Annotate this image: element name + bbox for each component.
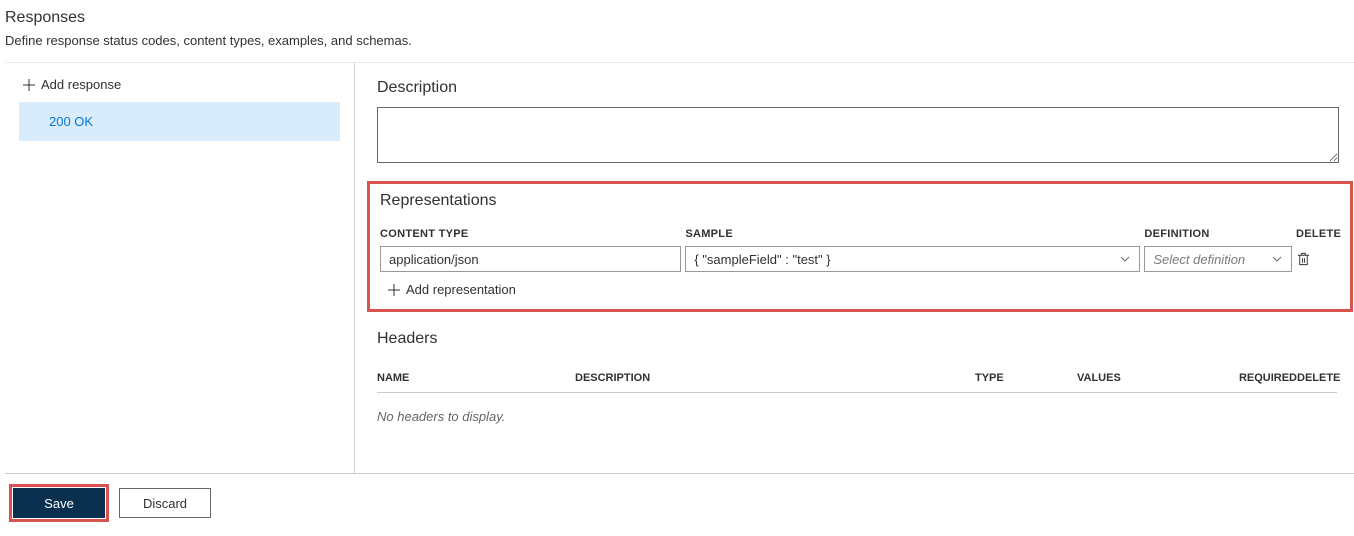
definition-select[interactable]: Select definition (1144, 246, 1292, 272)
description-label: Description (377, 79, 1354, 97)
plus-icon (388, 284, 400, 296)
hcol-delete: DELETE (1297, 372, 1337, 384)
chevron-down-icon (1271, 253, 1283, 265)
chevron-down-icon (1119, 253, 1131, 265)
save-highlight: Save (9, 484, 109, 522)
discard-button[interactable]: Discard (119, 488, 211, 518)
add-representation-label: Add representation (406, 282, 516, 297)
hcol-name: NAME (377, 372, 575, 384)
add-response-label: Add response (41, 77, 121, 92)
sample-select[interactable]: { "sampleField" : "test" } (685, 246, 1140, 272)
response-detail-pane: Description Representations CONTENT TYPE… (355, 63, 1354, 473)
col-content-type: CONTENT TYPE (380, 228, 681, 240)
headers-empty-text: No headers to display. (377, 393, 1337, 440)
responses-list-pane: Add response 200 OK (5, 63, 355, 473)
description-textarea[interactable] (377, 107, 1339, 163)
sample-value: { "sampleField" : "test" } (694, 252, 830, 267)
plus-icon (23, 79, 35, 91)
col-definition: DEFINITION (1144, 228, 1292, 240)
hcol-required: REQUIRED (1227, 372, 1297, 384)
content-type-input[interactable]: application/json (380, 246, 681, 272)
representations-header-row: CONTENT TYPE SAMPLE DEFINITION DELETE (380, 228, 1340, 240)
representations-section: Representations CONTENT TYPE SAMPLE DEFI… (367, 181, 1353, 312)
representation-row: application/json { "sampleField" : "test… (380, 246, 1340, 272)
headers-header-row: NAME DESCRIPTION TYPE VALUES REQUIRED DE… (377, 366, 1337, 393)
add-response-button[interactable]: Add response (5, 71, 129, 98)
content-type-value: application/json (389, 252, 479, 267)
hcol-values: VALUES (1077, 372, 1227, 384)
hcol-type: TYPE (975, 372, 1077, 384)
save-button[interactable]: Save (13, 488, 105, 518)
delete-representation-button[interactable] (1296, 251, 1340, 267)
headers-title: Headers (377, 330, 1337, 348)
responses-title: Responses (5, 9, 1354, 27)
response-item-200[interactable]: 200 OK (19, 102, 340, 141)
col-delete: DELETE (1296, 228, 1340, 240)
definition-placeholder: Select definition (1153, 252, 1245, 267)
responses-subtitle: Define response status codes, content ty… (5, 33, 1354, 48)
headers-section: Headers NAME DESCRIPTION TYPE VALUES REQ… (377, 330, 1337, 440)
representations-title: Representations (380, 192, 1340, 210)
footer-bar: Save Discard (5, 473, 1354, 532)
add-representation-button[interactable]: Add representation (380, 272, 520, 303)
col-sample: SAMPLE (685, 228, 1140, 240)
trash-icon (1296, 251, 1311, 267)
hcol-description: DESCRIPTION (575, 372, 975, 384)
